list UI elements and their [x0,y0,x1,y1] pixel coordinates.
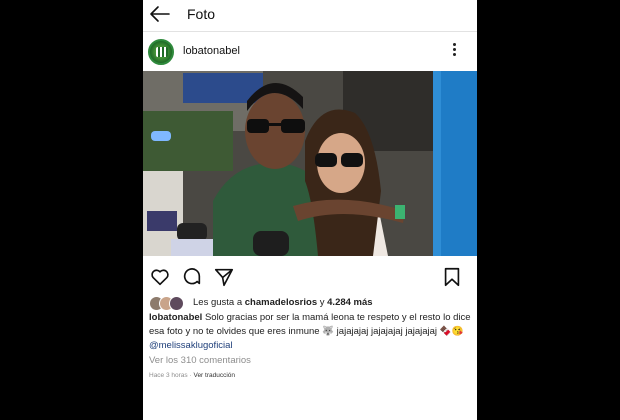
page-title: Foto [187,6,216,22]
post-photo[interactable] [143,71,477,256]
translate-link[interactable]: Ver traducción [193,372,235,379]
likes-text[interactable]: Les gusta a chamadelosrios y 4.284 más [193,297,373,308]
heart-icon[interactable] [149,266,171,288]
post-username[interactable]: lobatonabel [183,45,240,57]
instagram-screen: Foto lobatonabel Les gusta a chamadelosr… [143,0,477,420]
likes-row: Les gusta a chamadelosrios y 4.284 más [143,294,477,312]
post-header: lobatonabel [143,36,477,68]
post-meta: Hace 3 horas · Ver traducción [149,372,236,379]
post-time: Hace 3 horas [149,372,188,379]
top-bar: Foto [143,0,477,30]
bookmark-icon[interactable] [441,266,463,288]
liker-username[interactable]: chamadelosrios [245,297,317,308]
caption-mention[interactable]: @melissaklugoficial [149,340,233,351]
avatar[interactable] [148,39,174,65]
divider [143,31,477,32]
post-actions [143,264,477,290]
back-arrow-icon[interactable] [149,5,171,23]
liker-avatars[interactable] [149,296,189,311]
comment-icon[interactable] [181,266,203,288]
post-caption: lobatonabel Solo gracias por ser la mamá… [149,311,471,353]
more-options-icon[interactable] [451,42,457,60]
likes-count[interactable]: 4.284 más [327,297,372,308]
share-icon[interactable] [213,266,235,288]
view-comments-link[interactable]: Ver los 310 comentarios [149,355,251,366]
caption-username[interactable]: lobatonabel [149,312,202,323]
